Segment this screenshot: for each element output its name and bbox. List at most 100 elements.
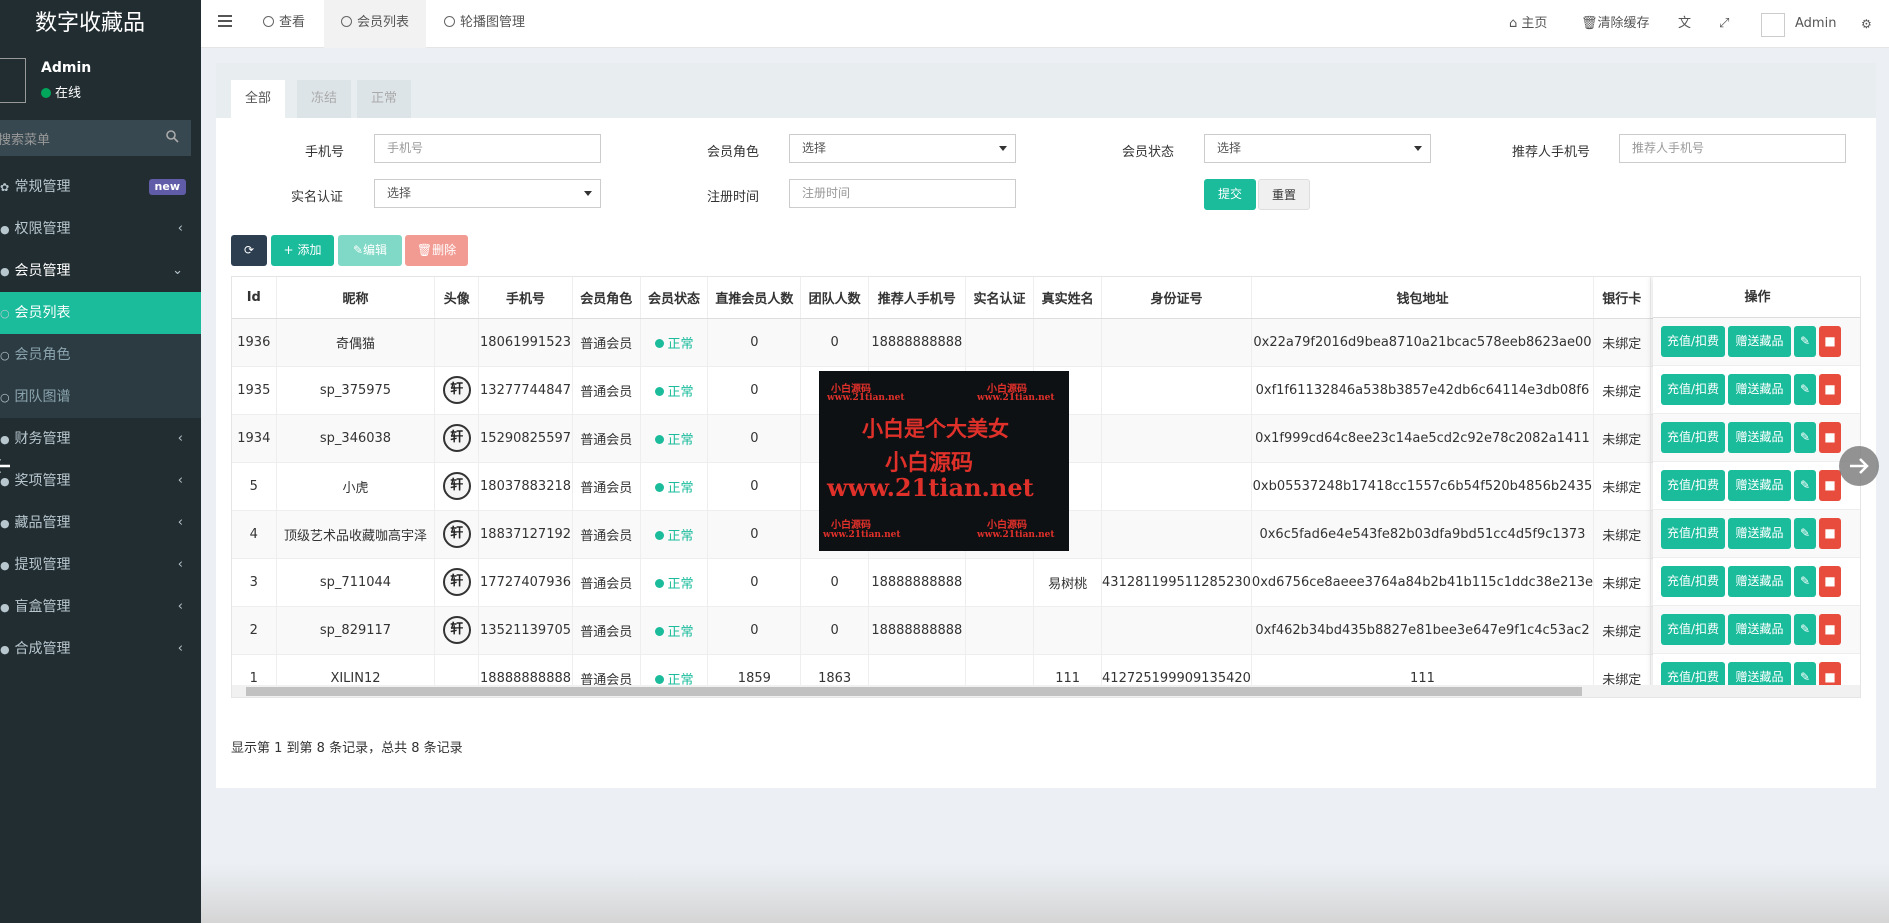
refresh-button[interactable]: ⟳ bbox=[231, 235, 267, 266]
submit-button[interactable]: 提交 bbox=[1204, 179, 1256, 210]
table-row[interactable]: 1936 奇偶猫 18061991523 普通会员 正常 0 0 18888888888 0x2… bbox=[232, 318, 1860, 367]
col-header[interactable]: 直推会员人数 bbox=[707, 277, 802, 319]
gift-collection-button[interactable]: 赠送藏品 bbox=[1728, 374, 1791, 405]
gift-collection-button[interactable]: 赠送藏品 bbox=[1728, 422, 1791, 453]
avatar[interactable]: 轩 bbox=[442, 568, 471, 596]
scrollbar-thumb[interactable] bbox=[246, 687, 1582, 696]
sidebar-item-withdraw[interactable]: ● 提现管理 ‹ bbox=[0, 544, 201, 586]
delete-row-button[interactable]: ■ bbox=[1819, 518, 1841, 549]
avatar[interactable]: 轩 bbox=[442, 376, 471, 404]
tab-view[interactable]: 查看 bbox=[246, 0, 322, 48]
prev-arrow-icon[interactable] bbox=[0, 446, 20, 486]
col-header[interactable]: 推荐人手机号 bbox=[868, 277, 966, 319]
ops-row: 充值/扣费 赠送藏品 ✎ ■ bbox=[1653, 510, 1860, 558]
delete-row-button[interactable]: ■ bbox=[1819, 374, 1841, 405]
add-button[interactable]: + 添加 bbox=[271, 235, 334, 266]
sidebar-item-synthesis[interactable]: ● 合成管理 ‹ bbox=[0, 628, 201, 670]
recharge-button[interactable]: 充值/扣费 bbox=[1661, 470, 1725, 501]
gift-collection-button[interactable]: 赠送藏品 bbox=[1728, 470, 1791, 501]
clear-cache-button[interactable]: 🗑清除缓存 bbox=[1581, 0, 1650, 48]
recharge-button[interactable]: 充值/扣费 bbox=[1661, 614, 1725, 645]
col-header[interactable]: 钱包地址 bbox=[1251, 277, 1595, 319]
col-header[interactable]: 银行卡 bbox=[1593, 277, 1651, 319]
col-header[interactable]: 昵称 bbox=[276, 277, 436, 319]
sidebar-item-team-graph[interactable]: ○ 团队图谱 bbox=[0, 376, 201, 418]
next-arrow-icon[interactable] bbox=[1839, 446, 1879, 486]
table-row[interactable]: 2 sp_829117 轩 13521139705 普通会员 正常 0 0 1888888888… bbox=[232, 606, 1860, 655]
tab-banner-manage[interactable]: 轮播图管理 bbox=[427, 0, 542, 48]
sidebar-item-member-list[interactable]: ○ 会员列表 bbox=[0, 292, 201, 334]
pencil-icon: ✎ bbox=[1799, 526, 1811, 540]
edit-row-button[interactable]: ✎ bbox=[1794, 470, 1816, 501]
col-header[interactable]: 身份证号 bbox=[1101, 277, 1252, 319]
recharge-button[interactable]: 充值/扣费 bbox=[1661, 566, 1725, 597]
sidebar-item-member[interactable]: ● 会员管理 ⌄ bbox=[0, 250, 201, 292]
delete-button[interactable]: 🗑删除 bbox=[405, 235, 468, 266]
sidebar-item-general[interactable]: ✿ 常规管理 new bbox=[0, 166, 201, 208]
recharge-button[interactable]: 充值/扣费 bbox=[1661, 374, 1725, 405]
filter-tab-all[interactable]: 全部 bbox=[231, 80, 286, 118]
edit-row-button[interactable]: ✎ bbox=[1794, 518, 1816, 549]
sidebar-item-awards[interactable]: ● 奖项管理 ‹ bbox=[0, 460, 201, 502]
admin-avatar[interactable] bbox=[1761, 13, 1785, 37]
edit-row-button[interactable]: ✎ bbox=[1794, 374, 1816, 405]
member-status-select[interactable]: 选择 bbox=[1204, 134, 1431, 163]
avatar[interactable]: 轩 bbox=[442, 424, 471, 452]
member-role-select[interactable]: 选择 bbox=[789, 134, 1016, 163]
regtime-input[interactable]: 注册时间 bbox=[789, 179, 1016, 208]
menu-toggle-icon[interactable] bbox=[218, 15, 232, 27]
col-header[interactable]: 实名认证 bbox=[965, 277, 1035, 319]
app-logo[interactable]: 数字收藏品 bbox=[0, 0, 201, 48]
avatar[interactable]: 轩 bbox=[442, 472, 471, 500]
fullscreen-icon[interactable]: ⤢ bbox=[1719, 0, 1729, 48]
sidebar-search-input[interactable]: 搜索菜单 bbox=[0, 120, 191, 156]
col-header[interactable]: 手机号 bbox=[478, 277, 573, 319]
filter-tab-normal[interactable]: 正常 bbox=[357, 80, 412, 118]
search-icon[interactable] bbox=[165, 129, 179, 143]
sidebar-item-member-role[interactable]: ○ 会员角色 bbox=[0, 334, 201, 376]
avatar[interactable]: 轩 bbox=[442, 520, 471, 548]
recharge-button[interactable]: 充值/扣费 bbox=[1661, 518, 1725, 549]
sidebar-item-collection[interactable]: ● 藏品管理 ‹ bbox=[0, 502, 201, 544]
edit-row-button[interactable]: ✎ bbox=[1794, 422, 1816, 453]
horizontal-scrollbar[interactable] bbox=[232, 685, 1860, 697]
tab-label: 查看 bbox=[279, 15, 306, 30]
delete-row-button[interactable]: ■ bbox=[1819, 470, 1841, 501]
home-link[interactable]: ⌂ 主页 bbox=[1509, 0, 1547, 48]
reset-button[interactable]: 重置 bbox=[1258, 179, 1310, 210]
recharge-button[interactable]: 充值/扣费 bbox=[1661, 422, 1725, 453]
delete-row-button[interactable]: ■ bbox=[1819, 422, 1841, 453]
tab-member-list[interactable]: 会员列表 bbox=[324, 0, 427, 48]
phone-input[interactable]: 手机号 bbox=[374, 134, 601, 163]
referrer-phone-input[interactable]: 推荐人手机号 bbox=[1619, 134, 1846, 163]
sidebar-item-permission[interactable]: ● 权限管理 ‹ bbox=[0, 208, 201, 250]
gift-collection-button[interactable]: 赠送藏品 bbox=[1728, 614, 1791, 645]
gift-collection-button[interactable]: 赠送藏品 bbox=[1728, 518, 1791, 549]
col-header[interactable]: 团队人数 bbox=[800, 277, 870, 319]
edit-row-button[interactable]: ✎ bbox=[1794, 614, 1816, 645]
gift-collection-button[interactable]: 赠送藏品 bbox=[1728, 566, 1791, 597]
delete-row-button[interactable]: ■ bbox=[1819, 326, 1841, 357]
member-role-value: 选择 bbox=[802, 141, 827, 155]
avatar[interactable]: 轩 bbox=[442, 616, 471, 644]
edit-row-button[interactable]: ✎ bbox=[1794, 326, 1816, 357]
settings-icon[interactable]: ⚙ bbox=[1861, 0, 1872, 48]
sidebar-item-finance[interactable]: ● 财务管理 ‹ bbox=[0, 418, 201, 460]
recharge-button[interactable]: 充值/扣费 bbox=[1661, 326, 1725, 357]
col-header[interactable]: Id bbox=[232, 277, 277, 319]
filter-tab-frozen[interactable]: 冻结 bbox=[297, 80, 352, 118]
delete-row-button[interactable]: ■ bbox=[1819, 566, 1841, 597]
delete-row-button[interactable]: ■ bbox=[1819, 614, 1841, 645]
col-header[interactable]: 会员角色 bbox=[572, 277, 641, 319]
gift-collection-button[interactable]: 赠送藏品 bbox=[1728, 326, 1791, 357]
admin-name[interactable]: Admin bbox=[1795, 0, 1836, 48]
edit-button[interactable]: ✎编辑 bbox=[338, 235, 402, 266]
col-header[interactable]: 会员状态 bbox=[640, 277, 709, 319]
table-row[interactable]: 3 sp_711044 轩 17727407936 普通会员 正常 0 0 1888888888… bbox=[232, 558, 1860, 607]
language-icon[interactable]: 文 bbox=[1678, 0, 1691, 48]
col-header[interactable]: 真实姓名 bbox=[1033, 277, 1103, 319]
sidebar-item-blindbox[interactable]: ● 盲盒管理 ‹ bbox=[0, 586, 201, 628]
edit-row-button[interactable]: ✎ bbox=[1794, 566, 1816, 597]
col-header[interactable]: 头像 bbox=[434, 277, 480, 319]
realname-select[interactable]: 选择 bbox=[374, 179, 601, 208]
